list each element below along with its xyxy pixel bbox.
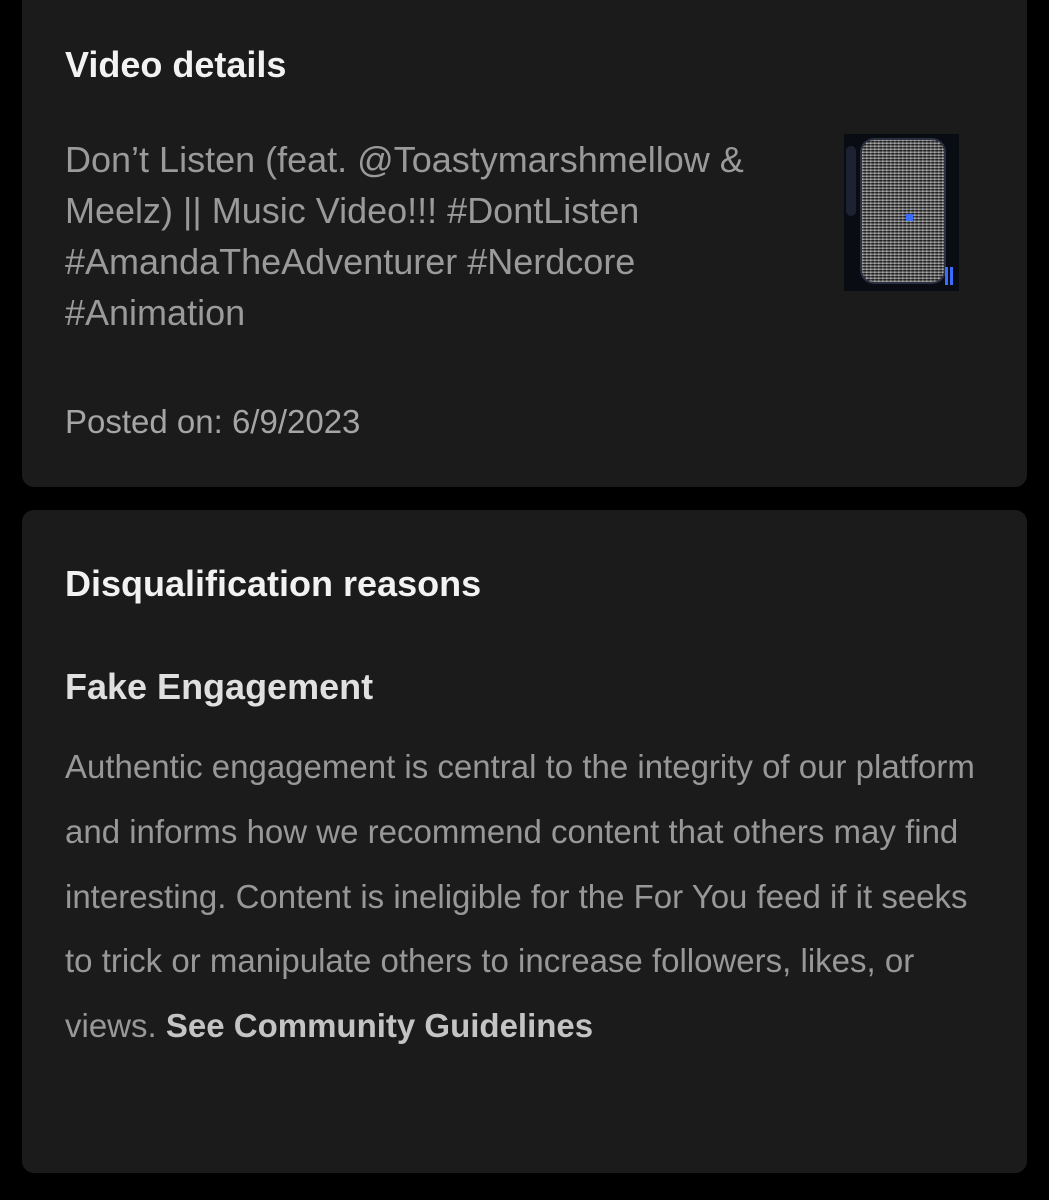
reason-description: Authentic engagement is central to the i… — [65, 748, 975, 1045]
disqualification-heading: Disqualification reasons — [65, 563, 482, 604]
thumbnail-cursor-dot — [906, 214, 913, 221]
reason-title: Fake Engagement — [65, 666, 374, 707]
posted-date: Posted on: 6/9/2023 — [65, 403, 361, 440]
reason-body: Authentic engagement is central to the i… — [65, 735, 1000, 1059]
disqualification-card: Disqualification reasons Fake Engagement… — [22, 510, 1027, 1173]
video-thumbnail[interactable] — [844, 134, 959, 291]
thumbnail-static-screen — [862, 140, 944, 282]
video-title: Don’t Listen (feat. @Toastymarshmellow &… — [65, 139, 744, 333]
video-details-heading: Video details — [65, 44, 287, 85]
community-guidelines-link[interactable]: See Community Guidelines — [166, 1007, 593, 1044]
thumbnail-indicator-bar — [945, 267, 948, 285]
video-details-card: Video details Don’t Listen (feat. @Toast… — [22, 0, 1027, 487]
thumbnail-side-panel — [846, 146, 856, 216]
thumbnail-indicator-bar — [950, 267, 953, 285]
